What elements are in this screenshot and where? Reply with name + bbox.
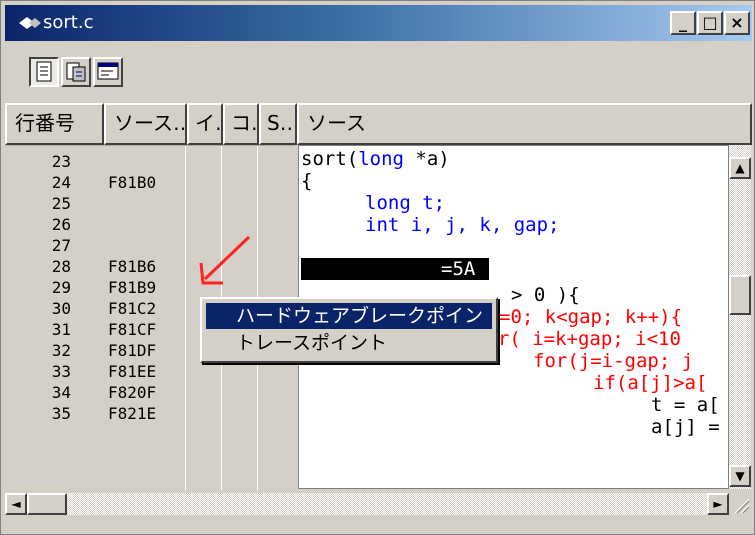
window-diamond-icon — [19, 17, 41, 29]
address: F821E — [108, 404, 157, 423]
address: F81B0 — [108, 173, 157, 192]
col-status[interactable]: S… — [259, 103, 297, 145]
address: F820F — [108, 383, 157, 402]
code-line: t = a[ — [651, 394, 720, 416]
address: F81C2 — [108, 299, 157, 318]
table-row[interactable]: 34 F820F — [5, 383, 295, 404]
view-toolbar — [5, 43, 752, 101]
horizontal-scrollbar[interactable]: ◄ ► — [5, 493, 729, 515]
menu-item-hardware-breakpoint[interactable]: ハードウェアブレークポイント — [206, 303, 492, 353]
source-view-button[interactable] — [29, 57, 59, 87]
source-window: sort.c _ □ × 行番号 ソース… イ コ S… ソース 23 24 F… — [0, 0, 755, 535]
vertical-scrollbar[interactable]: ▲ ▼ — [729, 145, 751, 489]
line-number: 26 — [51, 215, 71, 234]
col-event[interactable]: イ… — [187, 103, 223, 145]
line-number: 32 — [51, 341, 71, 360]
scroll-left-button[interactable]: ◄ — [5, 493, 27, 515]
minimize-button[interactable]: _ — [670, 11, 696, 35]
line-number: 31 — [51, 320, 71, 339]
code-line: sort(long *a) — [301, 148, 450, 170]
address: F81EE — [108, 362, 157, 381]
col-line-number[interactable]: 行番号 — [5, 103, 104, 145]
table-row[interactable]: 33 F81EE — [5, 362, 295, 383]
code-line: if(a[j]>a[ — [593, 372, 708, 394]
horizontal-scroll-thumb[interactable] — [27, 493, 67, 515]
address: F81B6 — [108, 257, 157, 276]
line-number: 29 — [51, 278, 71, 297]
maximize-button[interactable]: □ — [697, 11, 723, 35]
code-line: { — [301, 170, 313, 192]
table-row[interactable]: 24 F81B0 — [5, 173, 295, 194]
selected-code-line: =5A — [301, 258, 489, 280]
scroll-up-button[interactable]: ▲ — [729, 157, 751, 179]
vertical-scroll-thumb[interactable] — [729, 275, 751, 315]
code-line: for(j=i-gap; j — [533, 350, 694, 372]
code-line: int i, j, k, gap; — [365, 214, 560, 236]
line-number: 33 — [51, 362, 71, 381]
address: F81CF — [108, 320, 157, 339]
mixed-view-icon — [66, 62, 86, 82]
code-line: =0; k<gap; k++){ — [499, 306, 683, 328]
line-number: 30 — [51, 299, 71, 318]
line-number: 25 — [51, 194, 71, 213]
window-title: sort.c — [43, 12, 94, 33]
address: F81B9 — [108, 278, 157, 297]
code-line: > 0 ){ — [511, 284, 580, 306]
line-number: 24 — [51, 173, 71, 192]
col-source[interactable]: ソース — [297, 103, 752, 145]
context-menu: ハードウェアブレークポイント トレースポイント — [200, 297, 498, 363]
title-bar[interactable]: sort.c _ □ × — [5, 5, 752, 41]
table-row[interactable]: 35 F821E — [5, 404, 295, 425]
line-number: 28 — [51, 257, 71, 276]
column-header: 行番号 ソース… イ… コ… S… ソース — [5, 103, 752, 145]
col-coverage[interactable]: コ… — [223, 103, 259, 145]
line-number: 34 — [51, 383, 71, 402]
table-row[interactable]: 25 — [5, 194, 295, 215]
code-line: for( i=k+gap; i<10 — [475, 328, 681, 350]
table-row[interactable]: 23 — [5, 152, 295, 173]
code-line: long t; — [365, 192, 446, 214]
resize-grip-icon[interactable] — [729, 493, 751, 515]
address: F81DF — [108, 341, 157, 360]
mixed-view-button[interactable] — [61, 57, 91, 87]
source-view-icon — [36, 61, 52, 82]
menu-item-trace-point[interactable]: トレースポイント — [206, 330, 492, 356]
line-number: 35 — [51, 404, 71, 423]
line-number: 23 — [51, 152, 71, 171]
red-arrow-icon — [199, 235, 251, 285]
line-number: 27 — [51, 236, 71, 255]
col-source-address[interactable]: ソース… — [104, 103, 187, 145]
scroll-down-button[interactable]: ▼ — [729, 465, 751, 487]
code-line: a[j] = — [651, 416, 720, 438]
close-button[interactable]: × — [724, 11, 750, 35]
scroll-right-button[interactable]: ► — [707, 493, 729, 515]
disassembly-view-button[interactable] — [93, 57, 123, 87]
disassembly-view-icon — [97, 62, 119, 80]
